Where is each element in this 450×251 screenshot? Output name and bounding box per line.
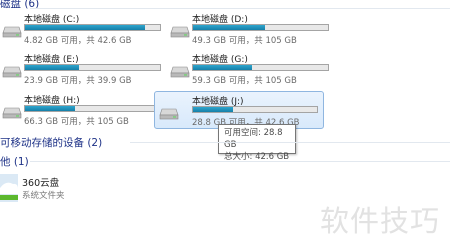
drive-space-tooltip: 可用空间: 28.8 GB 总大小: 42.6 GB: [218, 124, 296, 162]
section-removable-heading[interactable]: 可移动存储的设备 (2): [0, 135, 102, 150]
drive-c[interactable]: 本地磁盘 (C:) 4.82 GB 可用，共 42.6 GB: [2, 12, 162, 46]
tooltip-free-space: 可用空间: 28.8 GB: [224, 128, 283, 150]
drive-free-space: 66.3 GB 可用，共 105 GB: [24, 117, 129, 127]
cloud-drive-name: 360云盘: [22, 178, 60, 189]
drive-free-space: 23.9 GB 可用，共 39.9 GB: [24, 76, 132, 86]
usage-bar-fill: [193, 107, 233, 112]
usage-bar: [24, 24, 161, 31]
hard-drive-icon: [170, 26, 190, 38]
cloud-drive-item[interactable]: 360云盘 系统文件夹: [0, 172, 110, 204]
usage-bar-fill: [193, 25, 265, 30]
section-divider: [130, 142, 450, 143]
drive-d[interactable]: 本地磁盘 (D:) 49.3 GB 可用，共 105 GB: [170, 12, 330, 46]
section-other-heading[interactable]: 他 (1): [0, 154, 29, 169]
drive-free-space: 4.82 GB 可用，共 42.6 GB: [24, 36, 132, 46]
section-divider: [30, 161, 450, 162]
cloud-drive-icon: [0, 174, 18, 202]
section-divider: [30, 8, 450, 9]
usage-bar-fill: [193, 65, 253, 70]
hard-drive-icon: [170, 66, 190, 78]
usage-bar-fill: [25, 25, 146, 30]
usage-bar-fill: [25, 106, 75, 111]
drive-e[interactable]: 本地磁盘 (E:) 23.9 GB 可用，共 39.9 GB: [2, 52, 162, 86]
section-hard-disks-heading[interactable]: 磁盘 (6): [0, 0, 39, 11]
hard-drive-icon: [2, 107, 22, 119]
usage-bar: [24, 64, 161, 71]
cloud-drive-type: 系统文件夹: [22, 191, 65, 201]
drive-free-space: 49.3 GB 可用，共 105 GB: [192, 36, 297, 46]
usage-bar: [24, 105, 161, 112]
hard-drive-icon: [159, 108, 179, 120]
drive-h[interactable]: 本地磁盘 (H:) 66.3 GB 可用，共 105 GB: [2, 93, 162, 127]
hard-drive-icon: [2, 66, 22, 78]
drive-free-space: 59.3 GB 可用，共 105 GB: [192, 76, 297, 86]
drive-g[interactable]: 本地磁盘 (G:) 59.3 GB 可用，共 105 GB: [170, 52, 330, 86]
usage-bar-fill: [25, 65, 79, 70]
usage-bar: [192, 64, 329, 71]
usage-bar: [192, 106, 318, 113]
hard-drive-icon: [2, 26, 22, 38]
watermark: 软件技巧: [320, 204, 441, 238]
usage-bar: [192, 24, 329, 31]
